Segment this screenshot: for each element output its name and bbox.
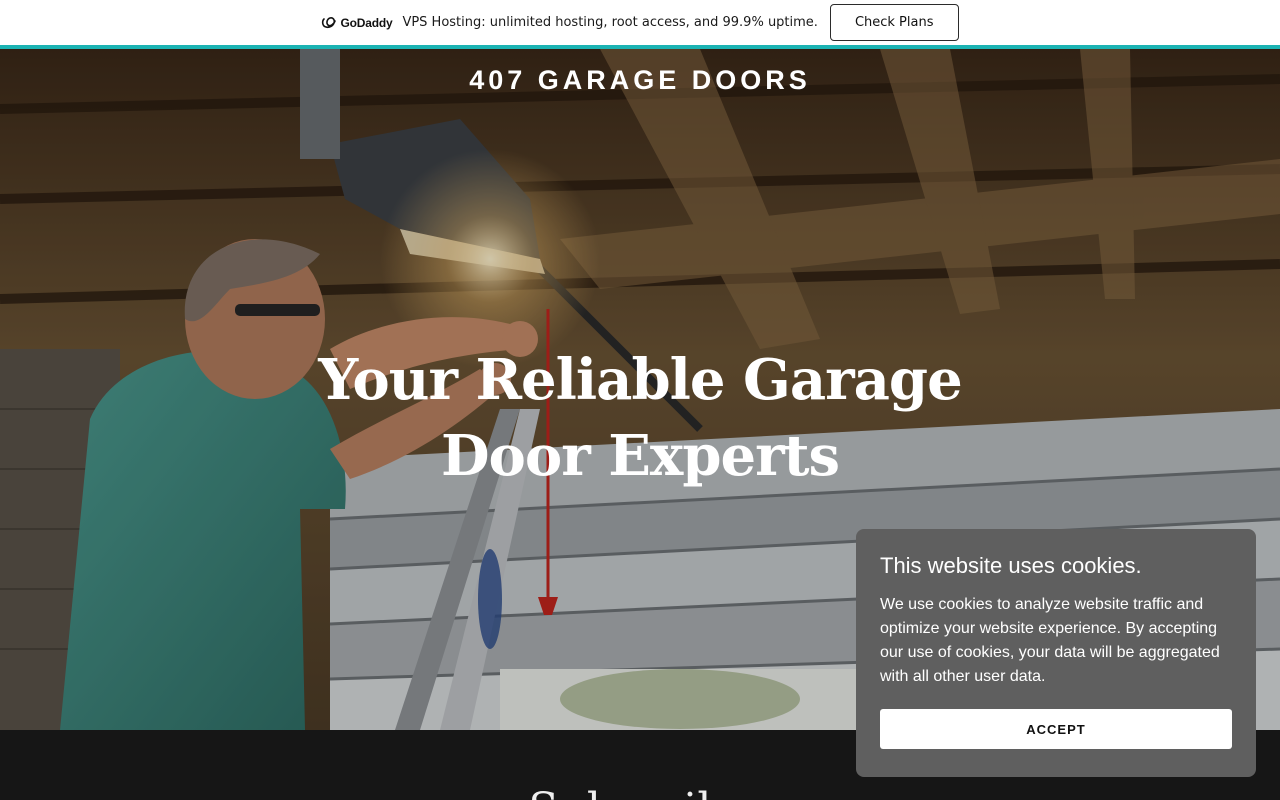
- godaddy-logo-text: GoDaddy: [340, 15, 393, 30]
- accept-cookies-button[interactable]: ACCEPT: [880, 709, 1232, 749]
- promo-text: VPS Hosting: unlimited hosting, root acc…: [402, 15, 818, 30]
- godaddy-logo-icon: [322, 16, 337, 28]
- godaddy-logo[interactable]: GoDaddy: [321, 15, 393, 30]
- cookie-title: This website uses cookies.: [880, 553, 1142, 578]
- cookie-consent-dialog: This website uses cookies. We use cookie…: [856, 529, 1256, 777]
- promo-bar: GoDaddy VPS Hosting: unlimited hosting, …: [0, 0, 1280, 45]
- hero-heading: Your Reliable Garage Door Experts: [318, 347, 962, 489]
- site-title[interactable]: 407 GARAGE DOORS: [0, 65, 1280, 96]
- cookie-body-text: We use cookies to analyze website traffi…: [880, 596, 1220, 685]
- check-plans-button[interactable]: Check Plans: [829, 4, 959, 41]
- subscribe-heading: Subscribe: [0, 784, 1280, 800]
